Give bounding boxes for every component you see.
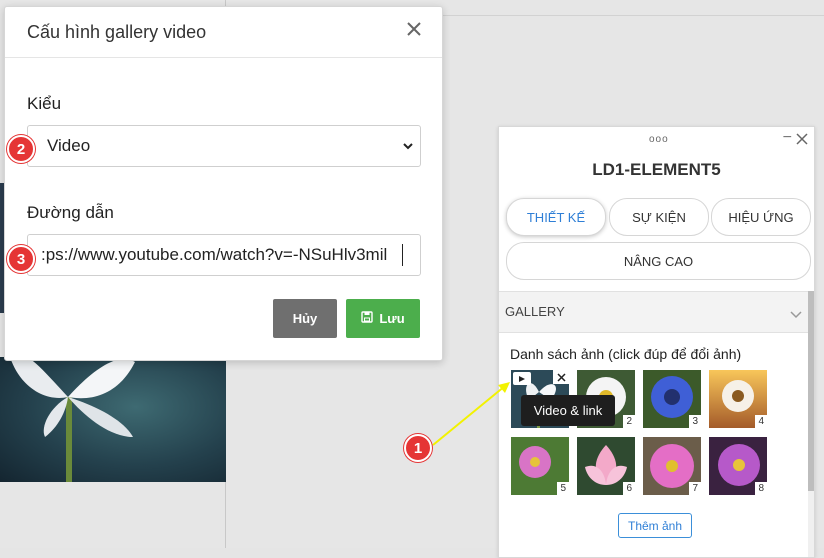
type-select-value: Video [47,136,91,155]
save-icon [361,311,374,326]
add-image-label: Thêm ảnh [627,518,683,533]
chevron-down-icon [402,139,414,153]
close-icon[interactable] [404,19,424,39]
tab-label: SỰ KIỆN [632,209,686,225]
panel-scrollbar-thumb[interactable] [808,291,814,491]
cancel-button-label: Hủy [292,311,318,326]
callout-marker-2: 2 [7,135,35,163]
save-button[interactable]: Lưu [346,299,420,338]
thumbnail-number: 4 [755,415,767,428]
section-label: GALLERY [505,304,565,319]
thumbnail-number: 3 [689,415,701,428]
text-caret [402,244,403,266]
thumbnail-number: 2 [623,415,635,428]
tab-label: THIẾT KẾ [526,209,586,225]
thumbnail-number: 5 [557,482,569,495]
panel-title: LD1-ELEMENT5 [592,160,721,179]
thumbnail-number: 8 [755,482,767,495]
thumbnail-number: 7 [689,482,701,495]
gallery-thumbnail[interactable]: 6 [577,437,635,495]
minimize-icon[interactable]: − [783,129,792,147]
gallery-section-header[interactable]: GALLERY [499,291,808,333]
gallery-thumbnail[interactable]: 4 [709,370,767,428]
remove-thumbnail-icon[interactable] [553,370,569,384]
youtube-icon [513,372,531,385]
tab-label: HIỆU ỨNG [728,209,794,225]
gallery-video-config-dialog: Cấu hình gallery video Kiểu Video Đường … [4,6,443,361]
element-properties-panel: ooo − LD1-ELEMENT5 THIẾT KẾ SỰ KIỆN HIỆU… [498,126,815,558]
tab-su-kien[interactable]: SỰ KIỆN [609,198,709,236]
close-icon[interactable] [796,132,808,145]
dialog-header: Cấu hình gallery video [5,7,442,58]
flower-image-art [10,357,135,482]
save-button-label: Lưu [379,311,405,326]
gallery-list-caption: Danh sách ảnh (click đúp để đổi ảnh) [510,346,742,362]
gallery-thumbnail[interactable]: 7 [643,437,701,495]
tab-hieu-ung[interactable]: HIỆU ỨNG [711,198,811,236]
gallery-thumbnail[interactable]: 3 [643,370,701,428]
path-input-value: :ps://www.youtube.com/watch?v=-NSuHlv3mi… [41,245,388,264]
video-link-tooltip: Video & link [521,395,615,426]
tab-thiet-ke[interactable]: THIẾT KẾ [506,198,606,236]
type-select[interactable]: Video [27,125,421,167]
path-label: Đường dẫn [27,203,114,222]
callout-marker-3: 3 [7,245,35,273]
dialog-title: Cấu hình gallery video [27,22,207,42]
gallery-thumbnail[interactable]: 5 [511,437,569,495]
path-input[interactable]: :ps://www.youtube.com/watch?v=-NSuHlv3mi… [27,234,421,276]
type-label: Kiểu [27,94,62,113]
thumbnail-number: 6 [623,482,635,495]
tab-nang-cao[interactable]: NÂNG CAO [506,242,811,280]
canvas-guide-horizontal [440,15,824,16]
tab-label: NÂNG CAO [623,253,694,269]
gallery-thumbnail[interactable]: 8 [709,437,767,495]
add-image-button[interactable]: Thêm ảnh [618,513,692,538]
chevron-down-icon [790,306,802,319]
callout-marker-1: 1 [404,434,432,462]
canvas-flower-image[interactable] [0,357,226,482]
cancel-button[interactable]: Hủy [273,299,337,338]
drag-handle-icon[interactable]: ooo [649,134,669,145]
